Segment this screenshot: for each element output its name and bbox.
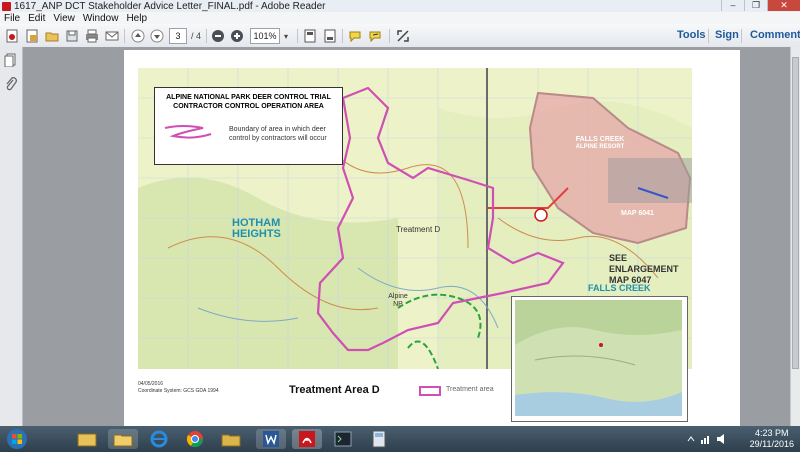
next-page-icon[interactable]: [149, 28, 165, 44]
map-label-falls-creek: FALLS CREEK: [588, 283, 651, 293]
map-coordinate-system: Coordinate System: GCS GDA 1994: [138, 388, 219, 394]
create-pdf-icon[interactable]: [4, 28, 20, 44]
highlight-icon[interactable]: [367, 28, 383, 44]
save-icon[interactable]: [64, 28, 80, 44]
menu-bar: File Edit View Window Help: [0, 12, 800, 24]
taskbar-folder-icon[interactable]: [108, 429, 138, 449]
zoom-dropdown-icon[interactable]: ▾: [280, 28, 292, 44]
map-date: 04/05/2016: [138, 381, 164, 387]
map-footer-meta: 04/05/2016 Coordinate System: GCS GDA 19…: [138, 381, 219, 395]
legend-title-line-2: CONTRACTOR CONTROL OPERATION AREA: [173, 103, 324, 110]
map-label-alpine-resort: ALPINE RESORT: [575, 144, 625, 150]
taskbar-adobe-reader-icon[interactable]: [292, 429, 322, 449]
windows-taskbar: 4:23 PM 29/11/2016: [0, 426, 800, 452]
page-number-input[interactable]: 3: [169, 28, 187, 44]
fit-page-icon[interactable]: [302, 28, 318, 44]
map-label-alpine: Alpine NP: [388, 293, 408, 308]
menu-help[interactable]: Help: [126, 13, 147, 24]
comment-bubble-icon[interactable]: [347, 28, 363, 44]
minimize-button[interactable]: –: [721, 0, 744, 11]
adobe-reader-icon: [2, 1, 11, 11]
menu-file[interactable]: File: [4, 13, 20, 24]
clock-date: 29/11/2016: [749, 439, 794, 449]
menu-window[interactable]: Window: [83, 13, 119, 24]
print-icon[interactable]: [84, 28, 100, 44]
pdf-page: ALPINE NATIONAL PARK DEER CONTROL TRIAL …: [124, 50, 740, 426]
open-file-icon[interactable]: [24, 28, 40, 44]
taskbar-calculator-icon[interactable]: [364, 429, 394, 449]
tray-volume-icon[interactable]: [716, 433, 728, 448]
document-viewer[interactable]: ALPINE NATIONAL PARK DEER CONTROL TRIAL …: [23, 47, 791, 426]
attachments-icon[interactable]: [4, 77, 18, 94]
previous-page-icon[interactable]: [130, 28, 146, 44]
taskbar-terminal-icon[interactable]: [328, 429, 358, 449]
map-label-see-enlargement: SEE ENLARGEMENT MAP 6047: [609, 253, 679, 285]
footer-legend-swatch: [419, 386, 441, 396]
scrollbar-thumb[interactable]: [792, 57, 799, 369]
legend-title-line-1: ALPINE NATIONAL PARK DEER CONTROL TRIAL: [166, 94, 331, 101]
legend-description: Boundary of area in which deer control b…: [229, 126, 327, 142]
boundary-symbol-icon: [164, 125, 212, 139]
pages-panel-icon[interactable]: [4, 53, 18, 70]
tools-button[interactable]: Tools: [677, 29, 706, 41]
taskbar-chrome-icon[interactable]: [180, 429, 210, 449]
page-total: / 4: [190, 31, 201, 41]
menu-view[interactable]: View: [53, 13, 75, 24]
taskbar-files-icon[interactable]: [216, 429, 246, 449]
system-clock[interactable]: 4:23 PM 29/11/2016: [750, 428, 794, 450]
email-icon[interactable]: [104, 28, 120, 44]
taskbar-word-icon[interactable]: [256, 429, 286, 449]
taskbar-explorer-icon[interactable]: [72, 429, 102, 449]
sign-button[interactable]: Sign: [715, 29, 739, 41]
tray-network-icon[interactable]: [700, 433, 712, 448]
start-button-icon[interactable]: [2, 429, 32, 449]
map-label-treatment: Treatment D: [396, 225, 441, 234]
map-label-map-6041: MAP 6041: [621, 210, 654, 217]
vertical-scrollbar[interactable]: [790, 47, 800, 426]
map-title: Treatment Area D: [289, 384, 380, 396]
toolbar: 3 / 4 101% ▾ Tools Sign Comment: [0, 24, 800, 48]
footer-legend-label: Treatment area: [446, 386, 494, 393]
window-title: 1617_ANP DCT Stakeholder Advice Letter_F…: [14, 0, 326, 12]
navigation-pane: [0, 47, 23, 426]
maximize-button[interactable]: ❐: [744, 0, 767, 11]
zoom-input[interactable]: 101%: [250, 28, 280, 44]
fullscreen-icon[interactable]: [395, 28, 411, 44]
map-legend: ALPINE NATIONAL PARK DEER CONTROL TRIAL …: [154, 87, 343, 165]
clock-time: 4:23 PM: [755, 428, 789, 438]
comment-button[interactable]: Comment: [750, 29, 800, 41]
zoom-in-icon[interactable]: [229, 28, 245, 44]
close-button[interactable]: ✕: [767, 0, 800, 11]
zoom-out-icon[interactable]: [210, 28, 226, 44]
taskbar-internet-explorer-icon[interactable]: [144, 429, 174, 449]
map-label-hotham: HOTHAM HEIGHTS: [232, 217, 281, 240]
tray-expand-icon[interactable]: [686, 434, 696, 447]
menu-edit[interactable]: Edit: [28, 13, 45, 24]
scroll-mode-icon[interactable]: [322, 28, 338, 44]
open-folder-icon[interactable]: [44, 28, 60, 44]
inset-locator-map: [511, 296, 688, 422]
